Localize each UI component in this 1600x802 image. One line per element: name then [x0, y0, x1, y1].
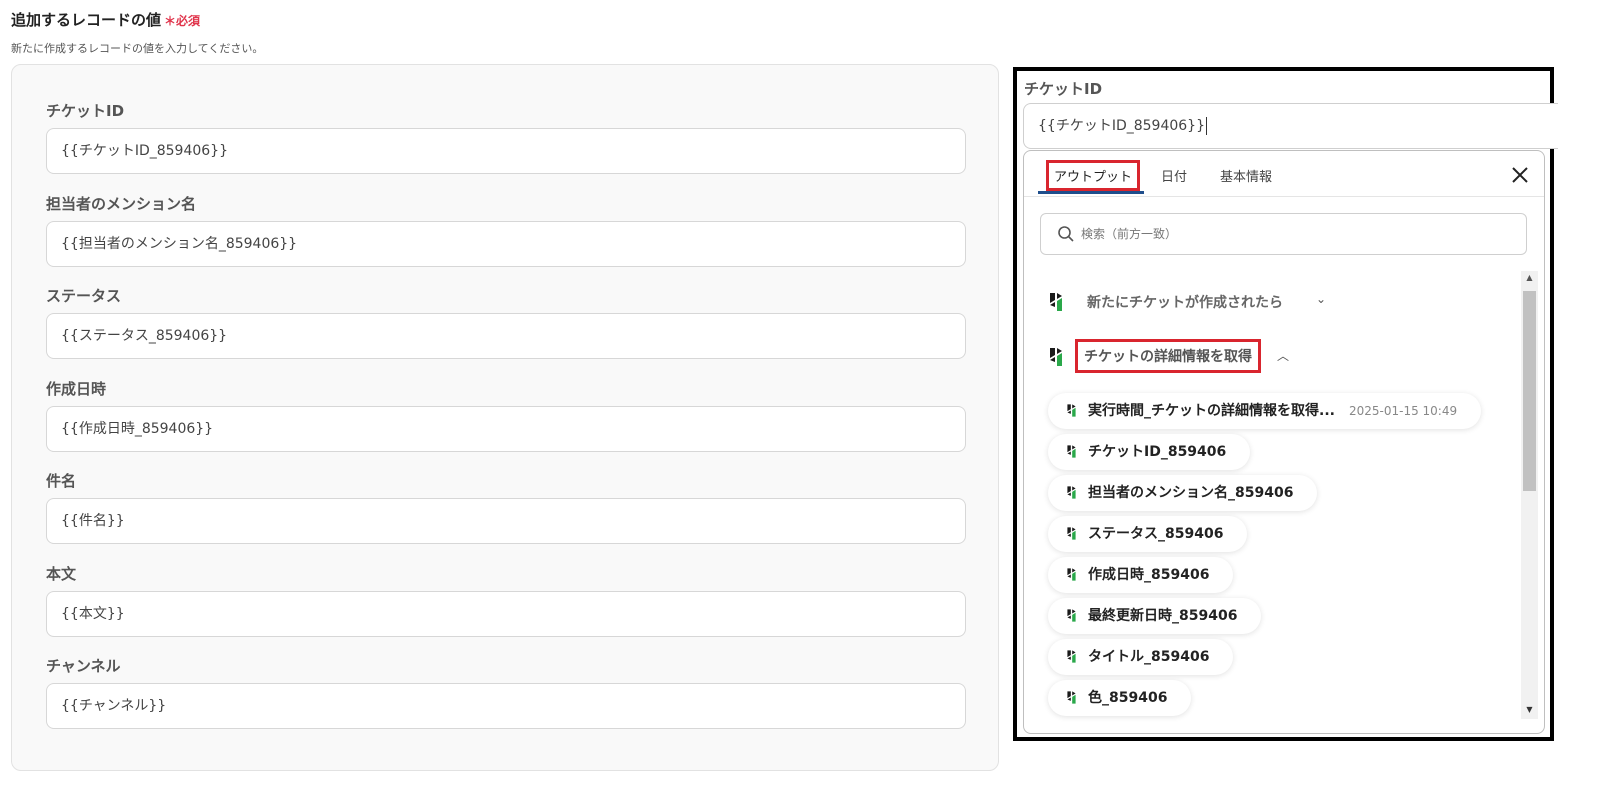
app-logo-icon	[1067, 609, 1076, 622]
field-input-ticket-id[interactable]: {{チケットID_859406}}	[46, 128, 966, 174]
field-label-channel: チャンネル	[46, 657, 121, 675]
section-title-text: 追加するレコードの値	[11, 11, 162, 29]
chip-label: 担当者のメンション名_859406	[1088, 485, 1294, 501]
app-logo-icon	[1067, 650, 1076, 663]
search-field	[1040, 213, 1527, 255]
output-chip[interactable]: ステータス_859406	[1048, 516, 1248, 552]
app-logo-icon	[1067, 568, 1076, 581]
output-chip[interactable]: タイトル_859406	[1048, 639, 1234, 675]
app-logo-icon	[1067, 527, 1076, 540]
output-chip[interactable]: 実行時間_チケットの詳細情報を取得... 2025-01-15 10:49	[1048, 393, 1482, 429]
field-input-status[interactable]: {{ステータス_859406}}	[46, 313, 966, 359]
text-caret	[1205, 117, 1207, 135]
output-chip[interactable]: 最終更新日時_859406	[1048, 598, 1262, 634]
section-description: 新たに作成するレコードの値を入力してください。	[11, 42, 264, 55]
chevron-down-icon: ⌄	[1316, 292, 1327, 306]
group-label: 新たにチケットが作成されたら	[1087, 295, 1283, 311]
chip-timestamp: 2025-01-15 10:49	[1348, 404, 1458, 418]
editor-field-label: チケットID	[1024, 80, 1103, 98]
field-input-channel[interactable]: {{チャンネル}}	[46, 683, 966, 729]
variable-picker-dropdown: アウトプット 日付 基本情報 新たにチケットが作成されたら	[1023, 150, 1545, 734]
field-label-assignee-mention: 担当者のメンション名	[46, 195, 197, 213]
chip-label: 作成日時_859406	[1088, 567, 1210, 583]
field-input-assignee-mention[interactable]: {{担当者のメンション名_859406}}	[46, 221, 966, 267]
scroll-down-arrow-icon[interactable]: ▼	[1521, 705, 1538, 717]
chip-label: 色_859406	[1088, 690, 1168, 706]
field-input-subject[interactable]: {{件名}}	[46, 498, 966, 544]
app-logo-icon	[1050, 293, 1062, 311]
field-label-status: ステータス	[46, 287, 122, 305]
output-chip[interactable]: チケットID_859406	[1048, 434, 1251, 470]
output-chip[interactable]: 担当者のメンション名_859406	[1048, 475, 1318, 511]
field-label-subject: 件名	[46, 472, 77, 490]
zoomed-editor-frame: チケットID {{チケットID_859406}} アウトプット 日付 基本情報	[1013, 67, 1558, 741]
search-icon	[1058, 226, 1074, 242]
close-icon[interactable]	[1510, 165, 1530, 185]
app-logo-icon	[1050, 348, 1062, 366]
chip-label: 最終更新日時_859406	[1088, 608, 1238, 624]
field-input-body[interactable]: {{本文}}	[46, 591, 966, 637]
chip-label: 実行時間_チケットの詳細情報を取得...	[1088, 403, 1335, 419]
output-chip[interactable]: 作成日時_859406	[1048, 557, 1234, 593]
chip-label: タイトル_859406	[1088, 649, 1210, 665]
chip-label: チケットID_859406	[1088, 444, 1227, 460]
dropdown-scrollbar[interactable]: ▲ ▼	[1521, 271, 1538, 719]
editor-field-value: {{チケットID_859406}}	[1038, 118, 1205, 134]
field-label-ticket-id: チケットID	[46, 102, 125, 120]
chip-label: ステータス_859406	[1088, 526, 1224, 542]
section-title: 追加するレコードの値 ＊必須	[11, 9, 200, 30]
scroll-up-arrow-icon[interactable]: ▲	[1521, 273, 1538, 285]
app-logo-icon	[1067, 486, 1076, 499]
app-logo-icon	[1067, 691, 1076, 704]
field-label-body: 本文	[46, 565, 77, 583]
chevron-up-icon: ︿	[1277, 349, 1290, 363]
scroll-thumb[interactable]	[1523, 291, 1536, 491]
app-logo-icon	[1067, 445, 1076, 458]
app-logo-icon	[1067, 404, 1076, 417]
record-form-panel: チケットID {{チケットID_859406}} 担当者のメンション名 {{担当…	[11, 64, 999, 771]
group-label: チケットの詳細情報を取得	[1075, 339, 1261, 373]
editor-field-input[interactable]: {{チケットID_859406}}	[1023, 103, 1558, 149]
search-input[interactable]	[1081, 214, 1511, 254]
active-tab-indicator	[1038, 191, 1144, 194]
field-label-created-at: 作成日時	[46, 380, 107, 398]
tab-basic-info[interactable]: 基本情報	[1220, 166, 1272, 185]
picker-tabs: アウトプット 日付 基本情報	[1024, 151, 1544, 197]
field-input-created-at[interactable]: {{作成日時_859406}}	[46, 406, 966, 452]
output-chip[interactable]: 色_859406	[1048, 680, 1192, 716]
tab-date[interactable]: 日付	[1161, 166, 1187, 185]
required-badge: ＊必須	[164, 14, 201, 28]
tab-output[interactable]: アウトプット	[1046, 160, 1141, 191]
